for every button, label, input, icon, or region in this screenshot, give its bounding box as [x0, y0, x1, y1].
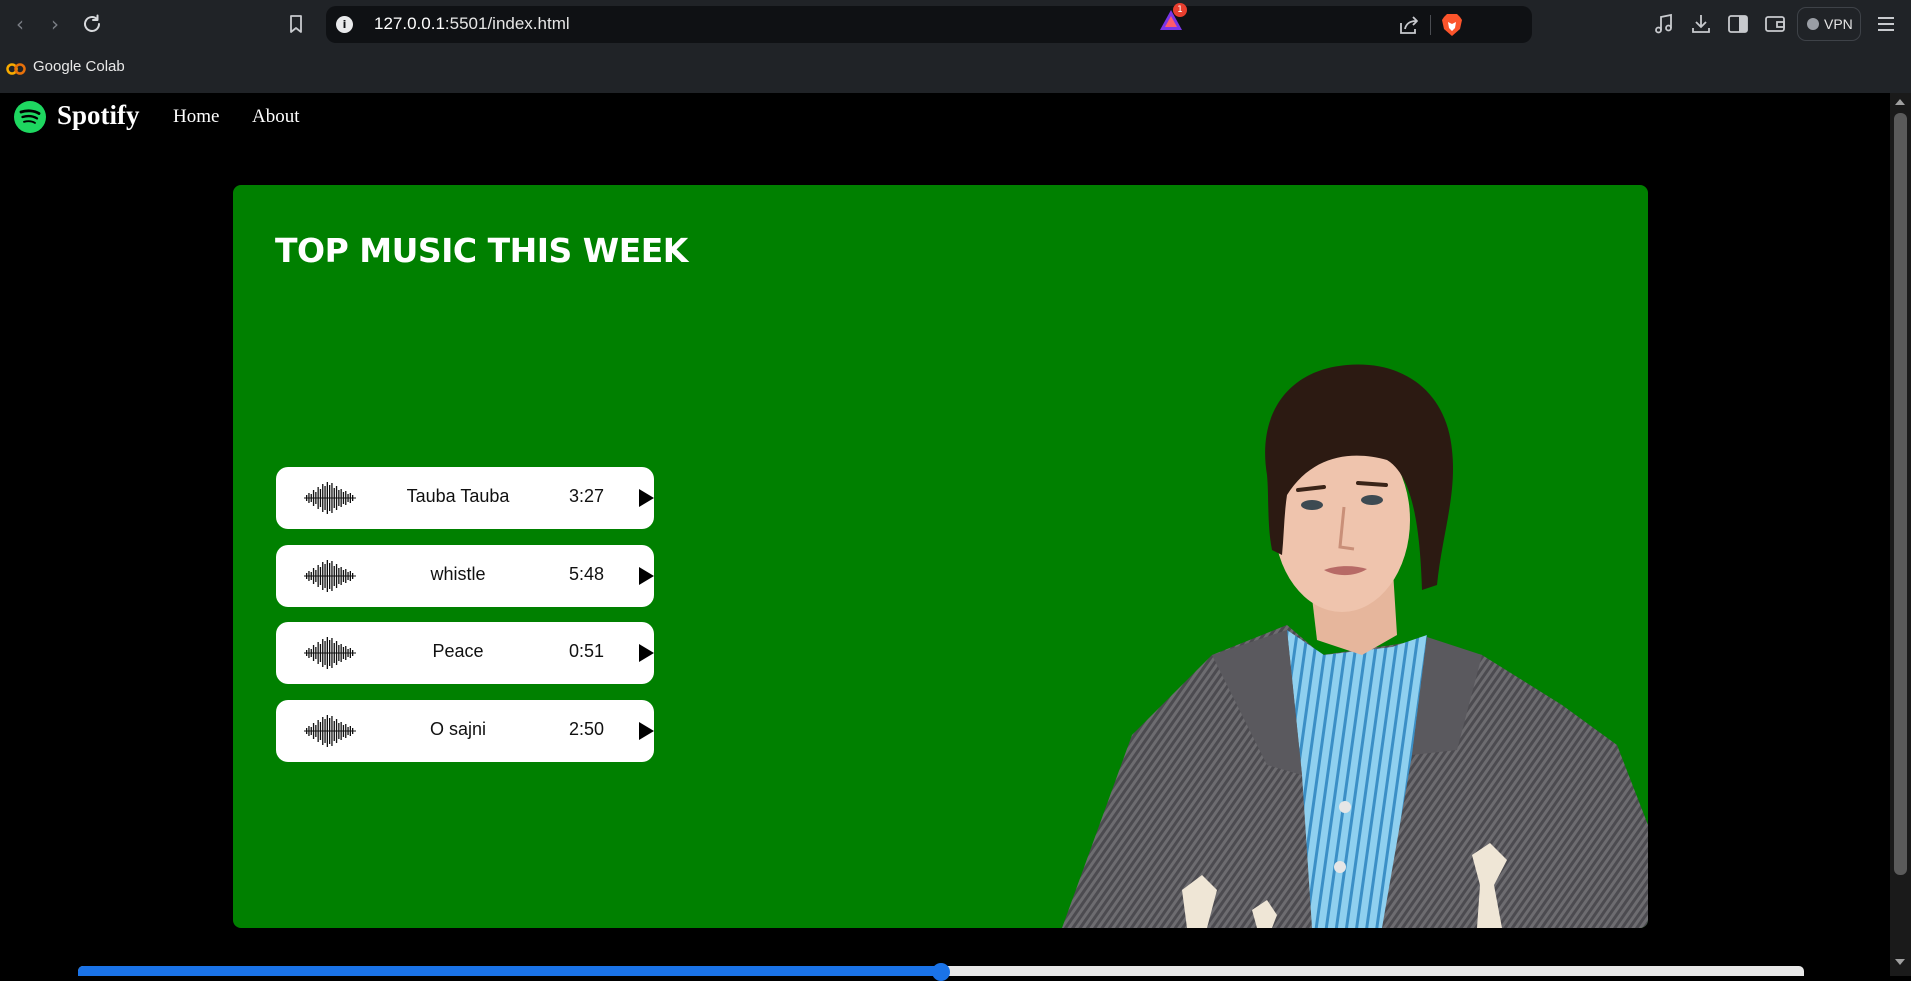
nav-link-home[interactable]: Home [173, 106, 219, 128]
scroll-thumb[interactable] [1894, 113, 1907, 875]
progress-thumb[interactable] [932, 963, 950, 981]
song-item[interactable]: O sajni 2:50 [276, 700, 654, 762]
vpn-label: VPN [1824, 16, 1853, 32]
song-duration: 5:48 [569, 564, 605, 584]
url-path: :5501/index.html [444, 14, 570, 33]
play-icon[interactable] [639, 644, 654, 662]
waveform-icon [304, 714, 356, 748]
scroll-up-arrow-icon[interactable] [1895, 99, 1905, 105]
bookmark-google-colab[interactable]: Google Colab [33, 58, 125, 75]
song-duration: 3:27 [569, 486, 605, 506]
back-icon[interactable]: ‹ [8, 12, 32, 36]
bookmark-page-icon[interactable] [284, 12, 308, 36]
song-name: O sajni [429, 719, 487, 739]
page-scrollbar[interactable] [1890, 93, 1911, 976]
song-item[interactable]: Tauba Tauba 3:27 [276, 467, 654, 529]
waveform-icon [304, 559, 356, 593]
menu-icon[interactable] [1876, 14, 1896, 34]
share-icon[interactable] [1397, 15, 1421, 35]
reload-icon[interactable] [80, 12, 104, 36]
scroll-down-arrow-icon[interactable] [1895, 959, 1905, 965]
waveform-icon [304, 636, 356, 670]
playback-progress-slider[interactable] [78, 963, 1804, 981]
song-name: Tauba Tauba [406, 486, 510, 506]
sidebar-icon[interactable] [1726, 12, 1750, 36]
play-icon[interactable] [639, 567, 654, 585]
url-host: 127.0.0.1 [374, 14, 445, 33]
song-item[interactable]: whistle 5:48 [276, 545, 654, 607]
url-text[interactable]: 127.0.0.1:5501/index.html [374, 14, 570, 34]
download-icon[interactable] [1689, 12, 1713, 36]
site-logo-text[interactable]: Spotify [57, 100, 140, 131]
browser-toolbar: ‹ › i 127.0.0.1:5501/index.html 1 VPN [0, 0, 1911, 48]
artist-photo [1062, 355, 1648, 928]
song-item[interactable]: Peace 0:51 [276, 622, 654, 684]
spotify-logo-icon[interactable] [14, 101, 46, 133]
colab-icon[interactable] [6, 61, 26, 75]
top-music-panel: TOP MUSIC THIS WEEK Tauba Tauba 3:27 whi… [233, 185, 1648, 928]
song-name: Peace [432, 641, 484, 661]
url-divider [1430, 15, 1431, 35]
nav-link-about[interactable]: About [252, 106, 300, 128]
vpn-status-dot [1807, 18, 1819, 30]
bookmarks-bar [0, 48, 1911, 93]
waveform-icon [304, 481, 356, 515]
play-icon[interactable] [639, 722, 654, 740]
site-info-icon[interactable]: i [336, 16, 353, 33]
song-name: whistle [430, 564, 486, 584]
song-duration: 2:50 [569, 719, 605, 739]
progress-fill [78, 966, 941, 976]
wallet-icon[interactable] [1763, 12, 1787, 36]
brave-shields-icon[interactable] [1441, 13, 1463, 37]
section-title: TOP MUSIC THIS WEEK [275, 231, 688, 270]
vpn-button[interactable]: VPN [1797, 7, 1861, 41]
play-icon[interactable] [639, 489, 654, 507]
address-bar[interactable]: i 127.0.0.1:5501/index.html [326, 6, 1532, 43]
rewards-badge: 1 [1173, 3, 1187, 17]
media-icon[interactable] [1652, 12, 1676, 36]
browser-chrome: ‹ › i 127.0.0.1:5501/index.html 1 VPN Go… [0, 0, 1911, 93]
page-viewport: Spotify Home About TOP MUSIC THIS WEEK T… [0, 93, 1890, 976]
song-duration: 0:51 [569, 641, 605, 661]
forward-icon[interactable]: › [43, 12, 67, 36]
